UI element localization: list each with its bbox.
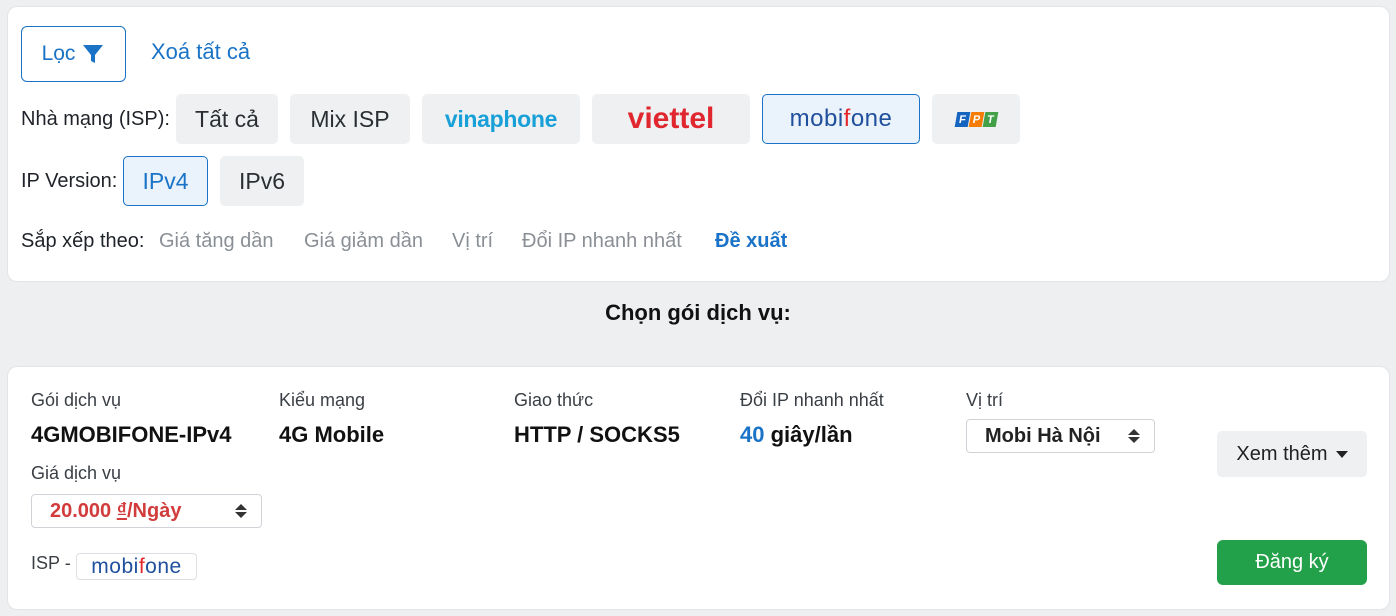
isp-row-label: ISP - xyxy=(31,553,71,573)
isp-option-viettel[interactable]: viettel xyxy=(592,94,750,144)
fpt-logo: FPT xyxy=(954,111,998,127)
sort-price-desc[interactable]: Giá giảm dần xyxy=(304,230,423,253)
sort-location[interactable]: Vị trí xyxy=(452,230,493,253)
section-title: Chọn gói dịch vụ: xyxy=(605,300,791,325)
price-label: Giá dịch vụ xyxy=(31,463,122,483)
network-label: Kiểu mạng xyxy=(279,390,366,410)
location-select-value: Mobi Hà Nội xyxy=(985,424,1101,447)
isp-option-all[interactable]: Tất cả xyxy=(176,94,278,144)
viettel-logo: viettel xyxy=(627,102,715,135)
isp-option-all-label: Tất cả xyxy=(195,105,259,132)
sort-arrows-icon xyxy=(1128,429,1140,443)
fastest-ip-label: Đổi IP nhanh nhất xyxy=(740,390,884,410)
location-select[interactable]: Mobi Hà Nội xyxy=(966,419,1155,453)
price-select[interactable]: 20.000 ₫/Ngày xyxy=(31,494,262,528)
filter-button[interactable]: Lọc xyxy=(21,26,126,82)
isp-option-mobifone[interactable]: mobifone xyxy=(762,94,920,144)
see-more-label: Xem thêm xyxy=(1236,442,1328,465)
ip-version-ipv6[interactable]: IPv6 xyxy=(220,156,304,206)
location-label: Vị trí xyxy=(966,390,1004,410)
isp-option-vinaphone[interactable]: vinaphone xyxy=(422,94,580,144)
funnel-icon xyxy=(83,45,104,63)
register-button[interactable]: Đăng ký xyxy=(1217,540,1367,585)
isp-option-fpt[interactable]: FPT xyxy=(932,94,1020,144)
filter-button-label: Lọc xyxy=(41,42,76,65)
isp-option-mix[interactable]: Mix ISP xyxy=(290,94,410,144)
ip-version-ipv4[interactable]: IPv4 xyxy=(123,156,208,206)
sort-arrows-icon xyxy=(235,504,247,518)
sort-fastest-ip[interactable]: Đổi IP nhanh nhất xyxy=(522,230,682,253)
fastest-ip-unit: giây/lần xyxy=(770,422,853,447)
isp-label: Nhà mạng (ISP): xyxy=(21,108,170,130)
price-amount: 20.000 xyxy=(50,499,112,522)
sort-recommended[interactable]: Đề xuất xyxy=(715,230,787,253)
ip-version-label: IP Version: xyxy=(21,170,118,192)
isp-badge: mobifone xyxy=(76,553,197,580)
vinaphone-logo: vinaphone xyxy=(444,105,558,132)
service-value: 4GMOBIFONE-IPv4 xyxy=(31,422,232,447)
fastest-ip-value: 40 giây/lần xyxy=(740,422,853,448)
package-card: Gói dịch vụ 4GMOBIFONE-IPv4 Kiểu mạng 4G… xyxy=(7,366,1390,610)
isp-option-mix-label: Mix ISP xyxy=(310,105,390,132)
price-currency: ₫ xyxy=(116,499,127,522)
caret-down-icon xyxy=(1335,450,1348,458)
mobifone-logo: mobifone xyxy=(91,554,182,578)
protocol-label: Giao thức xyxy=(514,390,594,410)
network-value: 4G Mobile xyxy=(279,422,385,447)
clear-all-link[interactable]: Xoá tất cả xyxy=(151,39,250,65)
price-period: /Ngày xyxy=(127,499,182,522)
see-more-button[interactable]: Xem thêm xyxy=(1217,431,1367,477)
protocol-value: HTTP / SOCKS5 xyxy=(514,422,680,447)
service-label: Gói dịch vụ xyxy=(31,390,122,410)
fastest-ip-number: 40 xyxy=(740,422,765,447)
sort-price-asc[interactable]: Giá tăng dần xyxy=(159,230,274,253)
price-select-value: 20.000 ₫/Ngày xyxy=(50,500,235,523)
ip-version-ipv4-label: IPv4 xyxy=(142,167,189,194)
filter-panel: Lọc Xoá tất cả Nhà mạng (ISP): Tất cả Mi… xyxy=(7,6,1390,282)
sort-label: Sắp xếp theo: xyxy=(21,230,145,252)
ip-version-ipv6-label: IPv6 xyxy=(238,167,286,194)
mobifone-logo: mobifone xyxy=(789,105,893,132)
